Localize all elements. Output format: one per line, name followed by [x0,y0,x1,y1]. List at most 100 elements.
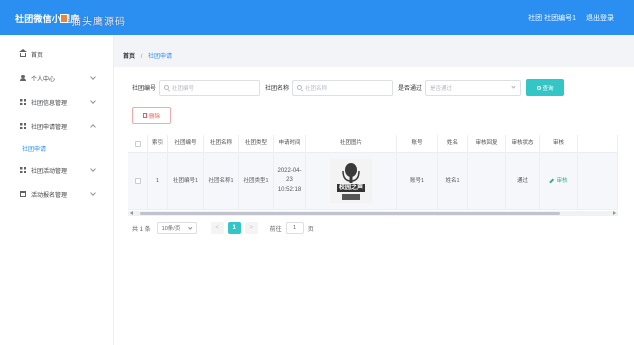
watermark-text: 猫头鹰源码 [71,17,126,28]
chevron-down-icon [90,166,96,172]
search-icon [164,85,170,90]
search-icon [297,85,303,90]
cell-account: 账号1 [397,153,438,209]
club-number-label: 社团编号 [132,86,157,92]
approved-label: 是否通过 [398,86,423,92]
sidebar-item-home[interactable]: 首页 [0,42,113,66]
sidebar: 首页 个人中心 社团信息管理 社团申请管理 社团申请 社团活动管理 活动报名管理 [0,35,114,345]
select-all-checkbox[interactable] [134,140,141,147]
goto-prefix: 前往 [269,226,282,233]
column-header: 索引 [148,135,168,152]
chevron-down-icon [90,74,96,80]
breadcrumb-home[interactable]: 首页 [123,54,135,60]
main-area: 首页 / 社团申请 社团编号 社团编号 社团名称 社团名称 是否通过 是否通过 … [114,35,634,345]
cell-index: 1 [148,153,168,209]
club-image-caption: 校园之声 [338,185,363,191]
review-link-label: 审核 [556,177,568,184]
chevron-down-icon [90,98,96,104]
search-form: 社团编号 社团编号 社团名称 社团名称 是否通过 是否通过 查询 [132,79,565,96]
cell-review: 审核 [540,153,578,209]
grid-icon [20,99,26,105]
column-header: 申请时间 [274,135,306,152]
sidebar-subitem-label: 社团申请 [22,146,47,153]
sidebar-item-label: 社团信息管理 [31,100,68,107]
club-name-label: 社团名称 [265,86,290,92]
review-link[interactable]: 审核 [549,177,568,186]
goto-page-input[interactable]: 1 [285,222,304,234]
top-header: 社团微信小程序 猫头鹰源码 社团 社团编号1 退出登录 [0,0,634,35]
column-header: 社团类型 [239,135,274,152]
table-row[interactable]: 1 社团编号1 社团名称1 社团类型1 2022-04-23 10:52:18 [128,153,618,210]
page-size-value: 10条/页 [161,226,181,232]
search-button-label: 查询 [542,85,554,92]
column-header: 审核状态 [506,135,540,152]
chevron-up-icon [90,124,96,130]
header-user-area: 社团 社团编号1 退出登录 [528,13,614,23]
club-image-thumbnail[interactable]: 校园之声 [330,159,372,203]
search-button[interactable]: 查询 [526,79,565,96]
next-page-button[interactable]: > [244,222,258,234]
chevron-down-icon [90,190,96,196]
edit-icon [549,178,555,184]
search-icon [536,85,541,90]
cell-apply-time: 2022-04-23 10:52:18 [274,153,306,209]
sidebar-item-label: 社团申请管理 [31,124,68,131]
scroll-left-icon[interactable] [130,211,133,215]
column-header: 社团编号 [168,135,204,152]
chevron-down-icon [188,225,193,229]
approved-placeholder: 是否通过 [430,85,453,92]
cell-status: 通过 [506,153,540,209]
grid-icon [20,167,26,173]
club-number-input[interactable]: 社团编号 [159,79,261,96]
club-name-input[interactable]: 社团名称 [292,79,394,96]
chevron-down-icon [511,84,516,89]
page-number-current[interactable]: 1 [227,222,241,234]
sidebar-subitem-club-application[interactable]: 社团申请 [0,138,113,158]
horizontal-scrollbar[interactable] [128,211,618,216]
scrollbar-thumb[interactable] [140,212,560,215]
total-count: 共 1 条 [132,226,151,233]
sidebar-item-activity-signup[interactable]: 活动报名管理 [0,182,113,206]
sidebar-item-club-activity[interactable]: 社团活动管理 [0,158,113,182]
approved-select[interactable]: 是否通过 [425,79,522,96]
breadcrumb: 首页 / 社团申请 [123,51,172,60]
logo-badge-icon [60,14,68,23]
sidebar-item-label: 活动报名管理 [31,192,68,199]
column-header: 姓名 [438,135,468,152]
cell-club-number: 社团编号1 [168,153,204,209]
row-select[interactable] [128,153,148,209]
microphone-logo-icon [330,159,372,203]
prev-page-button[interactable]: < [210,222,224,234]
sidebar-item-club-application-mgmt[interactable]: 社团申请管理 [0,114,113,138]
delete-button-label: 删除 [148,113,160,120]
club-number-placeholder: 社团编号 [172,85,195,92]
logout-button[interactable]: 退出登录 [586,13,614,23]
user-icon [20,75,26,81]
header-select-all[interactable] [128,135,148,152]
content-panel: 社团编号 社团编号 社团名称 社团名称 是否通过 是否通过 查询 删除 索引 社… [114,67,634,345]
column-header: 审核回复 [468,135,506,152]
app-title: 社团微信小程序 [15,14,80,24]
scroll-right-icon[interactable] [613,211,616,215]
data-table: 索引 社团编号 社团名称 社团类型 申请时间 社团图片 账号 姓名 审核回复 审… [128,135,618,211]
cell-club-type: 社团类型1 [239,153,274,209]
sidebar-item-profile[interactable]: 个人中心 [0,66,113,90]
cell-reply [468,153,506,209]
home-icon [19,49,27,57]
current-user-label[interactable]: 社团 社团编号1 [528,13,576,23]
sidebar-item-label: 首页 [31,52,44,59]
delete-button[interactable]: 删除 [132,107,171,124]
sidebar-item-label: 社团活动管理 [31,168,68,175]
trash-icon [142,113,147,118]
table-header: 索引 社团编号 社团名称 社团类型 申请时间 社团图片 账号 姓名 审核回复 审… [128,135,618,153]
goto-page: 前往 1 页 [270,222,314,234]
sidebar-item-club-info[interactable]: 社团信息管理 [0,90,113,114]
column-header: 审核 [540,135,578,152]
cell-name: 姓名1 [438,153,468,209]
row-checkbox[interactable] [134,178,141,184]
page-size-select[interactable]: 10条/页 [156,222,197,234]
column-header: 账号 [397,135,438,152]
column-header: 社团图片 [306,135,397,152]
calendar-icon [20,191,26,197]
breadcrumb-current: 社团申请 [148,54,173,60]
